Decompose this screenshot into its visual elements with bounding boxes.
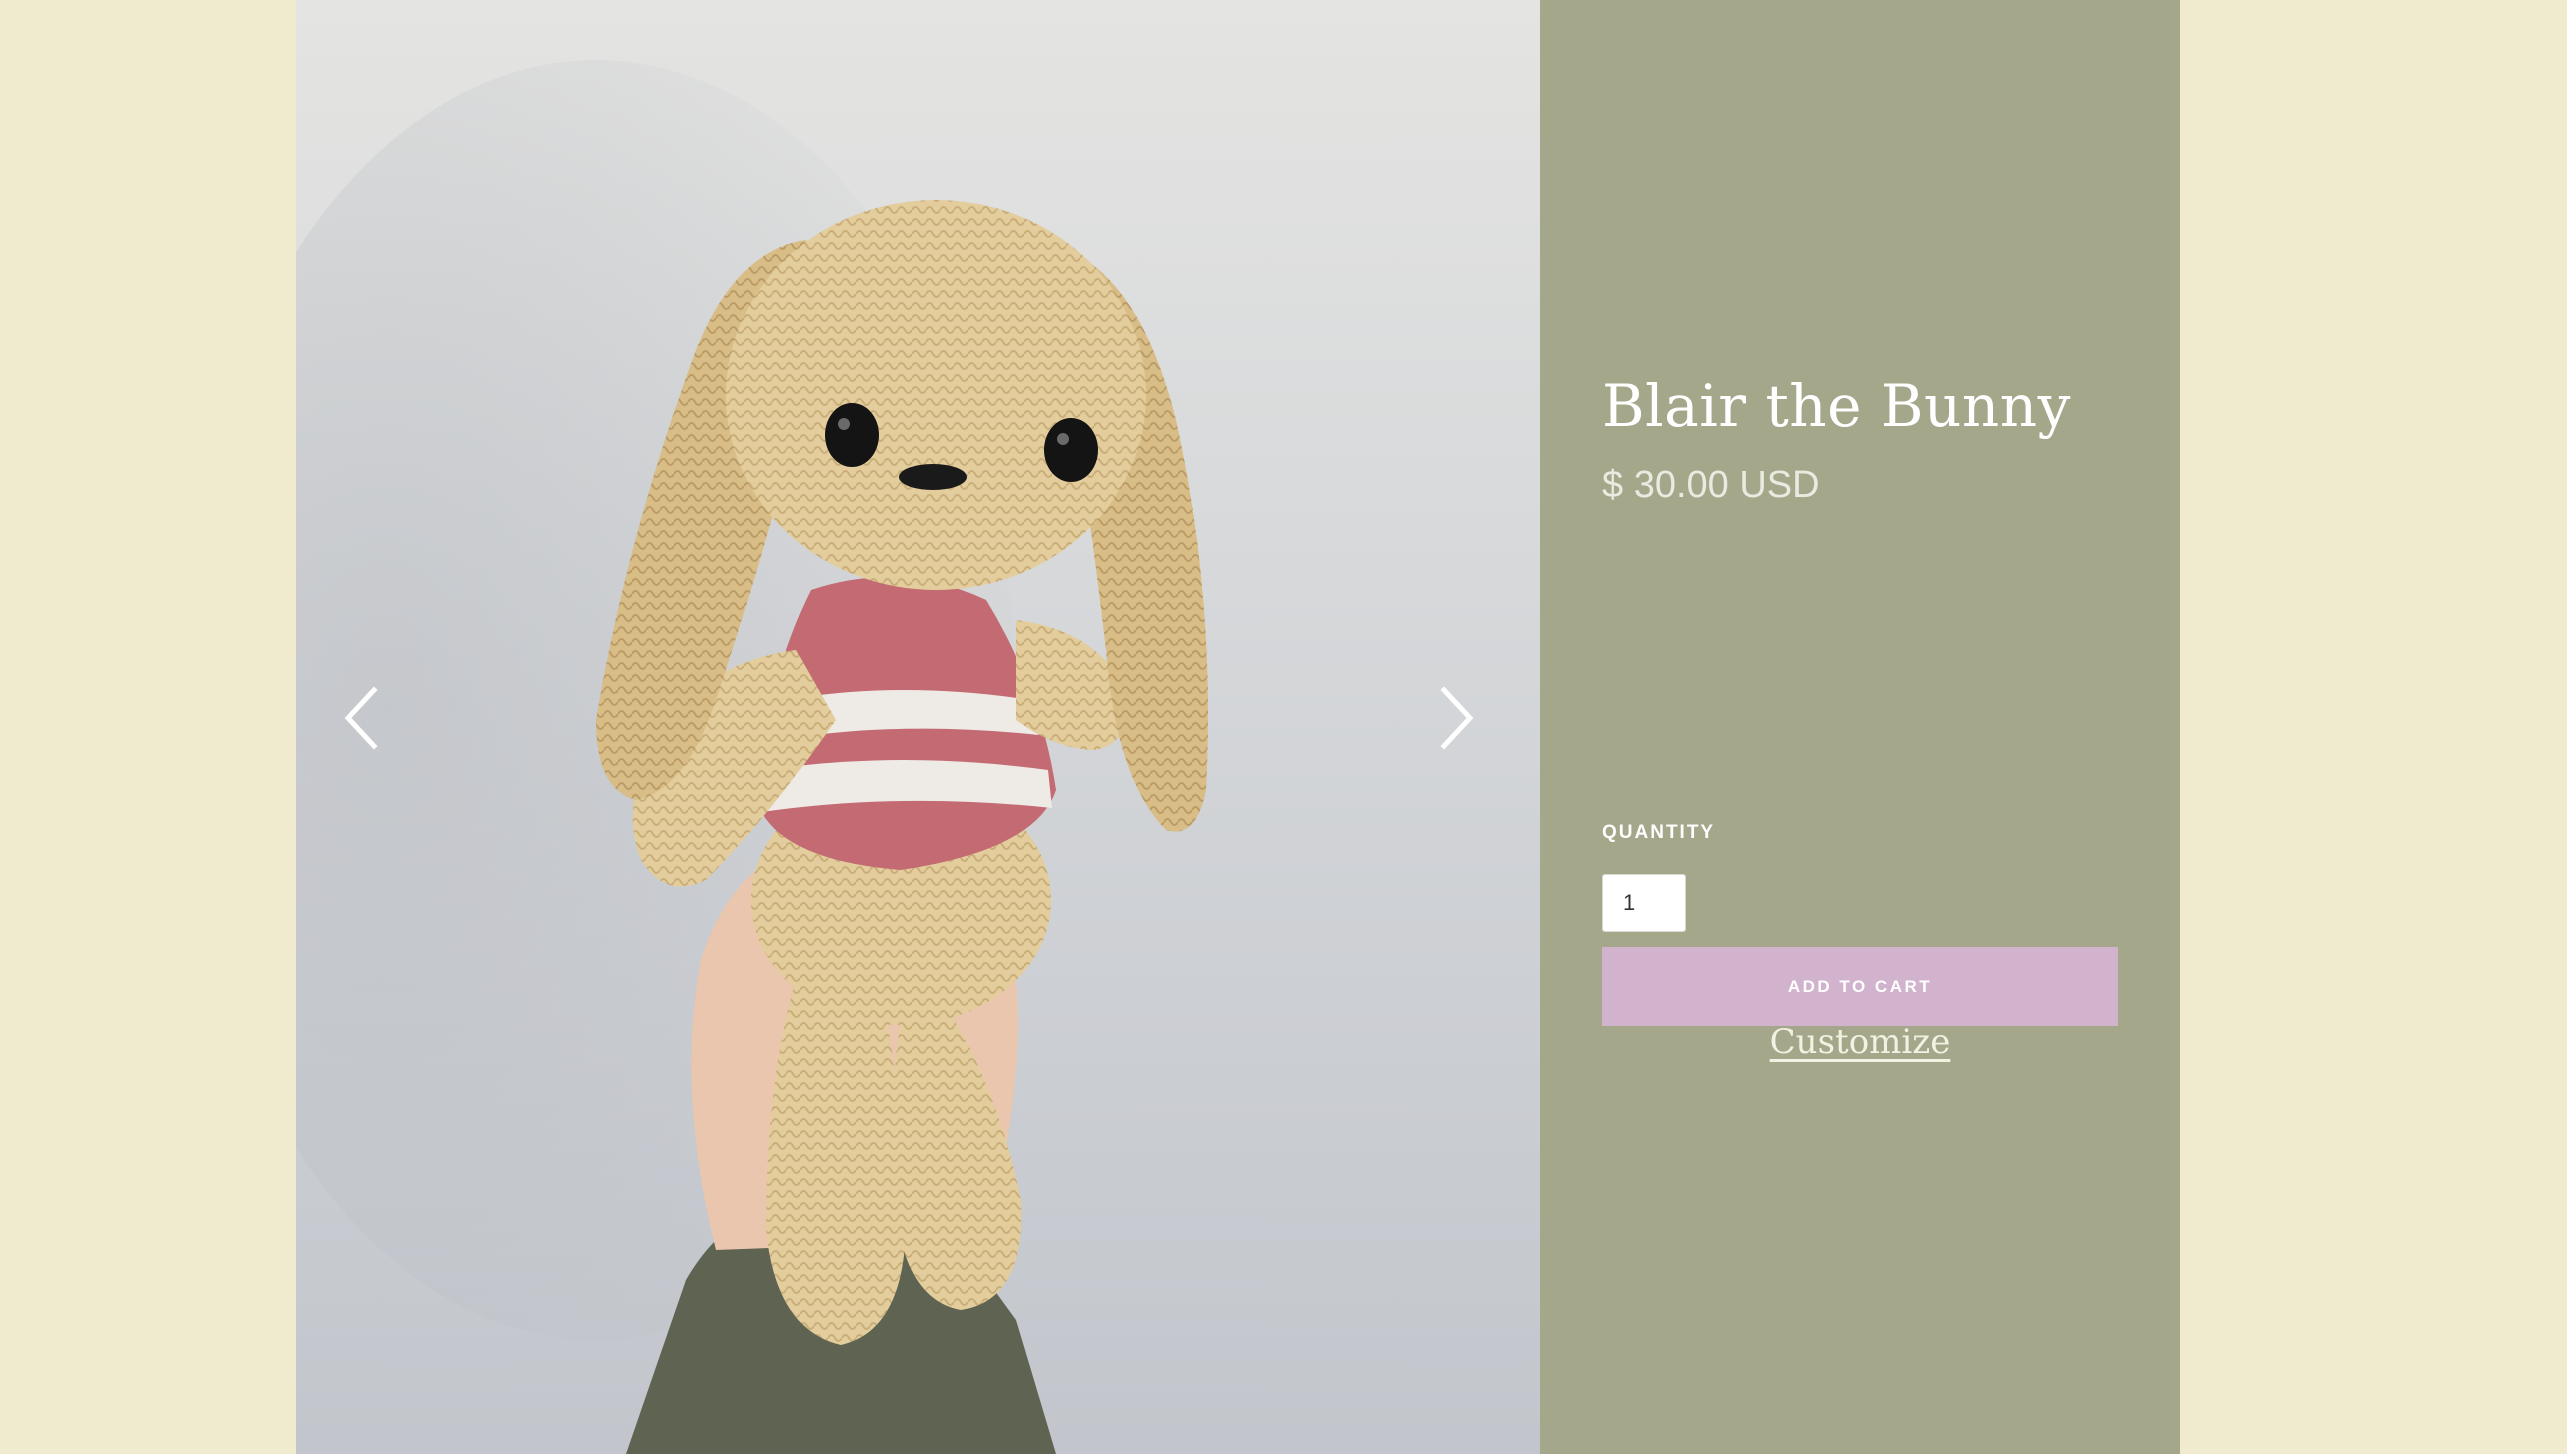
next-image-button[interactable] [1428,680,1488,756]
chevron-right-icon [1440,686,1474,750]
add-to-cart-button[interactable]: ADD TO CART [1602,947,2118,1026]
product-photo [296,60,1208,1454]
product-price: $ 30.00 USD [1602,464,1820,506]
previous-image-button[interactable] [330,680,390,756]
chevron-left-icon [344,686,378,750]
product-image-gallery [296,0,1540,1454]
customize-link[interactable]: Customize [1602,1022,2118,1062]
product-title: Blair the Bunny [1602,372,2071,440]
product-page: Blair the Bunny $ 30.00 USD QUANTITY ADD… [0,0,2567,1454]
product-info-panel: Blair the Bunny $ 30.00 USD QUANTITY ADD… [1540,0,2180,1454]
quantity-label: QUANTITY [1602,822,1716,843]
quantity-input[interactable] [1602,874,1686,932]
